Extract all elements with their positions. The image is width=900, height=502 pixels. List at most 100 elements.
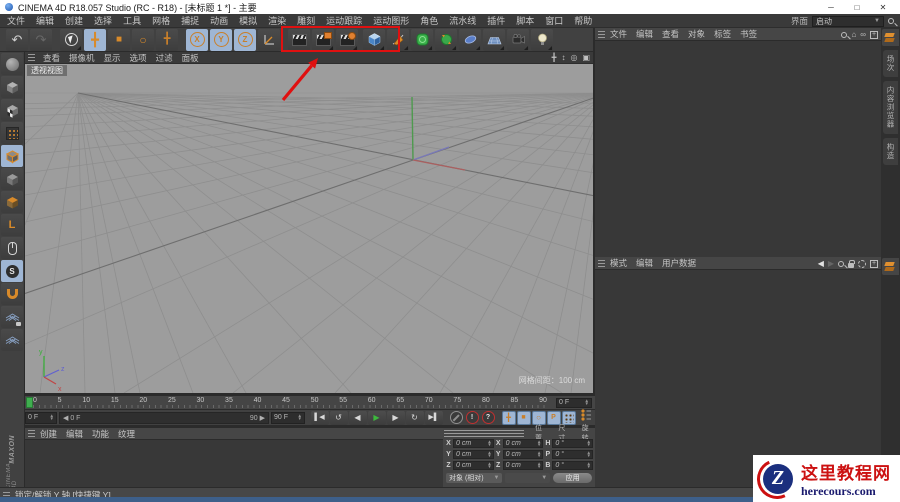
search-icon[interactable] (838, 260, 844, 267)
vertical-tab[interactable]: 场次 (883, 50, 898, 77)
size-field[interactable]: 0 cm ▲ ▼ (502, 450, 544, 459)
viewport-menu-item[interactable]: 过滤 (156, 52, 173, 64)
rotation-field[interactable]: 0 ° ▲ ▼ (552, 439, 594, 448)
menu-item[interactable]: 帮助 (574, 14, 592, 27)
object-list-empty[interactable] (595, 41, 881, 257)
rotate-view-icon[interactable]: ◎ (570, 54, 577, 62)
search-icon[interactable] (841, 31, 848, 38)
menu-item[interactable]: 插件 (487, 14, 505, 27)
goto-end-button[interactable]: ▶▌ (424, 410, 443, 425)
spinner-icon[interactable]: ▲ ▼ (587, 450, 591, 457)
attribute-manager-menu-item[interactable]: 模式 (610, 257, 627, 269)
history-back-icon[interactable]: ◀ (818, 259, 824, 268)
spinner-icon[interactable]: ▲ ▼ (587, 461, 591, 468)
record-help-button[interactable]: ? (481, 411, 495, 424)
object-manager-menu-item[interactable]: 书签 (740, 28, 757, 40)
object-manager-menu-item[interactable]: 文件 (610, 28, 627, 40)
spinner-icon[interactable]: ▲ ▼ (537, 439, 541, 446)
menu-item[interactable]: 编辑 (36, 14, 54, 27)
pan-view-icon[interactable]: ╋ (552, 54, 557, 62)
end-frame-field[interactable]: 90 F ▲ ▼ (271, 411, 305, 424)
live-selection-button[interactable] (60, 28, 82, 51)
model-mode-button[interactable] (1, 76, 23, 98)
menu-item[interactable]: 捕捉 (181, 14, 199, 27)
menu-item[interactable]: 角色 (420, 14, 438, 27)
rotation-field[interactable]: 0 ° ▲ ▼ (552, 450, 594, 459)
floor-button[interactable] (483, 28, 505, 51)
play-button[interactable]: ▶ (367, 410, 386, 425)
enable-axis-button[interactable] (1, 191, 23, 213)
close-button[interactable]: ✕ (870, 0, 896, 14)
key-position-button[interactable]: ╋ (501, 410, 516, 425)
position-field[interactable]: 0 cm ▲ ▼ (453, 450, 494, 459)
viewport-menu-item[interactable]: 显示 (104, 52, 121, 64)
layers-icon[interactable] (882, 258, 899, 275)
size-field[interactable]: 0 cm ▲ ▼ (502, 461, 544, 470)
material-list-empty[interactable] (25, 440, 443, 486)
toggle-view-icon[interactable]: ▣ (582, 54, 590, 62)
spinner-icon[interactable]: ▲ ▼ (537, 450, 541, 457)
magnet-snap-button[interactable] (1, 283, 23, 305)
spinner-icon[interactable]: ▲ ▼ (298, 413, 302, 420)
history-forward-icon[interactable]: ▶ (828, 259, 834, 268)
material-manager-menu-item[interactable]: 编辑 (66, 428, 83, 440)
move-tool-button[interactable]: ╋ (84, 28, 106, 51)
ruler-frame-field[interactable]: 0 F ▲ ▼ (556, 397, 592, 408)
vertical-tab[interactable]: 内容浏览器 (883, 81, 898, 134)
workplane-button[interactable]: L (1, 214, 23, 236)
add-panel-icon[interactable]: + (870, 30, 878, 39)
panel-grip-icon[interactable] (28, 54, 35, 61)
goto-start-button[interactable]: ▌◀ (310, 410, 329, 425)
spinner-icon[interactable]: ▲ ▼ (487, 439, 491, 446)
rotation-field[interactable]: 0 ° ▲ ▼ (552, 461, 594, 470)
material-manager-menu-item[interactable]: 功能 (92, 428, 109, 440)
lock-workplane-button[interactable] (1, 306, 23, 328)
home-icon[interactable]: ⌂ (851, 30, 856, 39)
menu-item[interactable]: 创建 (65, 14, 83, 27)
previous-frame-button[interactable]: ◀ (348, 410, 367, 425)
panel-grip-icon[interactable] (28, 430, 35, 437)
frame-range-slider[interactable]: ◀ 0 F 90 ▶ (59, 411, 269, 424)
spline-primitive-button[interactable] (459, 28, 481, 51)
attribute-manager-menu-item[interactable]: 用户数据 (662, 257, 696, 269)
menu-item[interactable]: 窗口 (545, 14, 563, 27)
lock-icon[interactable] (848, 259, 855, 268)
next-frame-button[interactable]: ▶ (386, 410, 405, 425)
points-mode-button[interactable] (1, 122, 23, 144)
record-disabled-button[interactable] (449, 411, 463, 424)
deformer-button[interactable] (435, 28, 457, 51)
menu-item[interactable]: 脚本 (516, 14, 534, 27)
search-icon[interactable] (888, 18, 894, 24)
material-manager-menu-item[interactable]: 纹理 (118, 428, 135, 440)
light-button[interactable] (531, 28, 553, 51)
menu-item[interactable]: 动画 (210, 14, 228, 27)
timeline-playhead[interactable] (26, 397, 33, 408)
spinner-icon[interactable]: ▲ ▼ (50, 413, 54, 420)
minimize-button[interactable]: ─ (818, 0, 844, 14)
material-manager-menu-item[interactable]: 创建 (40, 428, 57, 440)
panel-grip-icon[interactable] (598, 30, 605, 38)
viewport-solo-button[interactable] (1, 237, 23, 259)
make-editable-button[interactable] (1, 53, 23, 75)
menu-item[interactable]: 流水线 (449, 14, 476, 27)
timeline-ruler[interactable]: 0 5 10 15 20 25 30 35 40 45 50 55 60 65 70 75 80 85 90 0 F… (25, 396, 595, 410)
edges-mode-button[interactable] (1, 145, 23, 167)
panel-grip-icon[interactable] (598, 259, 605, 267)
maximize-button[interactable]: □ (844, 0, 870, 14)
spinner-icon[interactable]: ▲ ▼ (487, 461, 491, 468)
layers-icon[interactable] (882, 29, 899, 46)
object-manager-menu-item[interactable]: 标签 (714, 28, 731, 40)
rotate-tool-button[interactable]: ○ (132, 28, 154, 51)
gear-icon[interactable] (858, 259, 866, 268)
lock-y-axis-button[interactable]: Y (210, 28, 232, 51)
spinner-icon[interactable]: ▲ ▼ (585, 398, 589, 405)
link-icon[interactable]: ∞ (860, 30, 866, 39)
lock-z-axis-button[interactable]: Z (234, 28, 256, 51)
undo-button[interactable]: ↶ (6, 28, 28, 51)
panel-grip-icon[interactable] (444, 429, 524, 437)
loop-mode-button[interactable]: ↻ (405, 410, 424, 425)
last-used-tool-button[interactable]: ╋ (156, 28, 178, 51)
viewport-menu-item[interactable]: 面板 (182, 52, 199, 64)
vertical-tab[interactable]: 构造 (883, 137, 898, 165)
viewport-menu-item[interactable]: 摄像机 (69, 52, 95, 64)
